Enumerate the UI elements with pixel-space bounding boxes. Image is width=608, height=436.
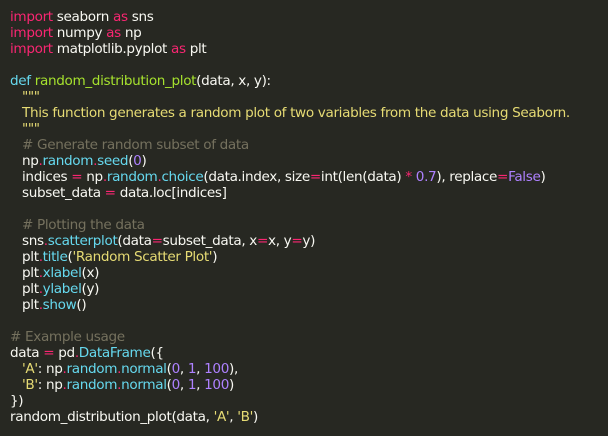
code-line-21: # Example usage (10, 329, 125, 345)
code-line-10: np.random.seed(0) (22, 153, 147, 169)
code-line-1: import seaborn as sns (10, 9, 154, 25)
code-line-23: 'A': np.random.normal(0, 1, 100), (22, 361, 238, 377)
code-line-17: plt.xlabel(x) (22, 265, 100, 281)
code-line-3: import matplotlib.pyplot as plt (10, 41, 207, 57)
code-line-9: # Generate random subset of data (22, 137, 249, 153)
code-line-12: subset_data = data.loc[indices] (22, 185, 227, 201)
code-line-6: """ (22, 89, 40, 105)
code-line-24: 'B': np.random.normal(0, 1, 100) (22, 377, 234, 393)
code-line-25: }) (10, 393, 24, 409)
code-line-11: indices = np.random.choice(data.index, s… (22, 169, 546, 185)
code-editor[interactable]: import seaborn as sns import numpy as np… (10, 9, 606, 425)
code-line-26: random_distribution_plot(data, 'A', 'B') (10, 409, 258, 425)
code-line-16: plt.title('Random Scatter Plot') (22, 249, 218, 265)
code-line-18: plt.ylabel(y) (22, 281, 100, 297)
code-line-19: plt.show() (22, 297, 87, 313)
code-line-15: sns.scatterplot(data=subset_data, x=x, y… (22, 233, 316, 249)
code-line-22: data = pd.DataFrame({ (10, 345, 164, 361)
code-line-8: """ (22, 121, 40, 137)
code-line-2: import numpy as np (10, 25, 142, 41)
code-line-5: def random_distribution_plot(data, x, y)… (10, 73, 271, 89)
code-line-7: This function generates a random plot of… (22, 105, 570, 121)
code-line-14: # Plotting the data (22, 217, 145, 233)
editor-window: { "editor": { "background": "#272822", "… (0, 0, 608, 436)
